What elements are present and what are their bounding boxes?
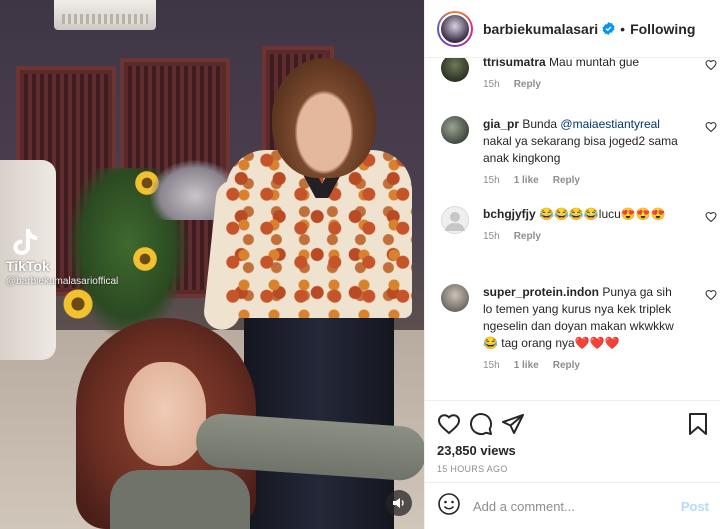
post-comment-button[interactable]: Post bbox=[681, 499, 709, 514]
standing-woman-pants bbox=[244, 300, 394, 529]
comment-likes[interactable]: 1 like bbox=[514, 175, 539, 186]
default-avatar-icon bbox=[445, 212, 465, 231]
comment-likes[interactable]: 1 like bbox=[514, 360, 539, 371]
comment-text: super_protein.indon Punya ga sih lo teme… bbox=[483, 284, 681, 352]
commenter-avatar[interactable] bbox=[441, 284, 469, 312]
share-paper-plane-icon[interactable] bbox=[501, 408, 533, 440]
tiktok-handle: @barbiekumalasarioffical bbox=[6, 276, 119, 287]
comment-meta: 15h 1 like Reply bbox=[483, 175, 709, 186]
header-separator: • bbox=[620, 20, 626, 37]
tiktok-watermark: TikTok bbox=[6, 226, 50, 274]
comment-item: super_protein.indon Punya ga sih lo teme… bbox=[441, 284, 717, 371]
author-avatar-ring[interactable] bbox=[437, 10, 473, 47]
comment-content: 😂😂😂😂lucu😍😍😍 bbox=[539, 207, 666, 221]
author-avatar[interactable] bbox=[439, 12, 471, 45]
comment-heart-icon[interactable] bbox=[705, 210, 717, 228]
bookmark-icon[interactable] bbox=[677, 408, 709, 440]
comment-time[interactable]: 15h bbox=[483, 79, 500, 90]
post-actions: 23,850 views 15 HOURS AGO bbox=[425, 400, 720, 474]
comment-mention-link[interactable]: @maiaestiantyreal bbox=[560, 117, 660, 131]
comment-time[interactable]: 15h bbox=[483, 360, 500, 371]
reply-button[interactable]: Reply bbox=[553, 360, 580, 371]
front-woman-body bbox=[110, 470, 250, 529]
comment-meta: 15h 1 like Reply bbox=[483, 360, 709, 371]
author-username[interactable]: barbiekumalasari bbox=[483, 21, 598, 37]
commenter-avatar[interactable] bbox=[441, 116, 469, 144]
comment-list[interactable]: ttrisumatra Mau muntah gue 15h Reply gia… bbox=[425, 58, 720, 400]
action-icons-row bbox=[437, 407, 709, 441]
verified-badge-icon bbox=[602, 22, 615, 35]
comment-heart-icon[interactable] bbox=[705, 288, 717, 306]
comment-text: bchgjyfjy 😂😂😂😂lucu😍😍😍 bbox=[483, 206, 681, 223]
reply-button[interactable]: Reply bbox=[553, 175, 580, 186]
comment-item: ttrisumatra Mau muntah gue 15h Reply bbox=[441, 58, 717, 90]
tiktok-brand: TikTok bbox=[6, 258, 50, 274]
comment-content: Bunda bbox=[522, 117, 561, 131]
post-side-panel: barbiekumalasari • Following ttrisumatra… bbox=[424, 0, 720, 529]
commenter-avatar[interactable] bbox=[441, 58, 469, 82]
reply-button[interactable]: Reply bbox=[514, 79, 541, 90]
comment-time[interactable]: 15h bbox=[483, 175, 500, 186]
standing-woman-head bbox=[272, 58, 376, 178]
comment-item: bchgjyfjy 😂😂😂😂lucu😍😍😍 15h Reply bbox=[441, 206, 717, 242]
mute-button[interactable] bbox=[386, 490, 412, 516]
comment-text: ttrisumatra Mau muntah gue bbox=[483, 58, 681, 71]
comment-content: Mau muntah gue bbox=[549, 58, 640, 69]
following-button[interactable]: Following bbox=[630, 21, 695, 37]
commenter-username[interactable]: bchgjyfjy bbox=[483, 207, 536, 221]
reply-button[interactable]: Reply bbox=[514, 231, 541, 242]
comment-heart-icon[interactable] bbox=[705, 58, 717, 76]
video-player[interactable]: TikTok @barbiekumalasarioffical bbox=[0, 0, 424, 529]
speaker-icon bbox=[393, 498, 404, 508]
comment-meta: 15h Reply bbox=[483, 231, 709, 242]
comment-text: gia_pr Bunda @maiaestiantyreal nakal ya … bbox=[483, 116, 681, 167]
comment-heart-icon[interactable] bbox=[705, 120, 717, 138]
commenter-avatar[interactable] bbox=[441, 206, 469, 234]
comment-composer: Post bbox=[425, 482, 720, 529]
view-count[interactable]: 23,850 views bbox=[437, 443, 709, 458]
sunflower bbox=[62, 288, 94, 320]
tiktok-icon bbox=[6, 226, 44, 258]
front-woman-face bbox=[124, 362, 206, 466]
commenter-username[interactable]: super_protein.indon bbox=[483, 285, 599, 299]
post-header: barbiekumalasari • Following bbox=[425, 0, 720, 58]
comment-time[interactable]: 15h bbox=[483, 231, 500, 242]
comment-bubble-icon[interactable] bbox=[469, 408, 501, 440]
comment-input[interactable] bbox=[473, 498, 681, 514]
sunflower bbox=[132, 246, 158, 272]
post-timestamp[interactable]: 15 HOURS AGO bbox=[437, 464, 709, 474]
like-heart-icon[interactable] bbox=[437, 408, 469, 440]
emoji-icon[interactable] bbox=[437, 492, 461, 521]
comment-content: nakal ya sekarang bisa joged2 sama anak … bbox=[483, 134, 678, 165]
commenter-username[interactable]: ttrisumatra bbox=[483, 58, 546, 69]
commenter-username[interactable]: gia_pr bbox=[483, 117, 519, 131]
comment-item: gia_pr Bunda @maiaestiantyreal nakal ya … bbox=[441, 116, 717, 186]
air-conditioner bbox=[54, 0, 156, 30]
comment-meta: 15h Reply bbox=[483, 79, 709, 90]
